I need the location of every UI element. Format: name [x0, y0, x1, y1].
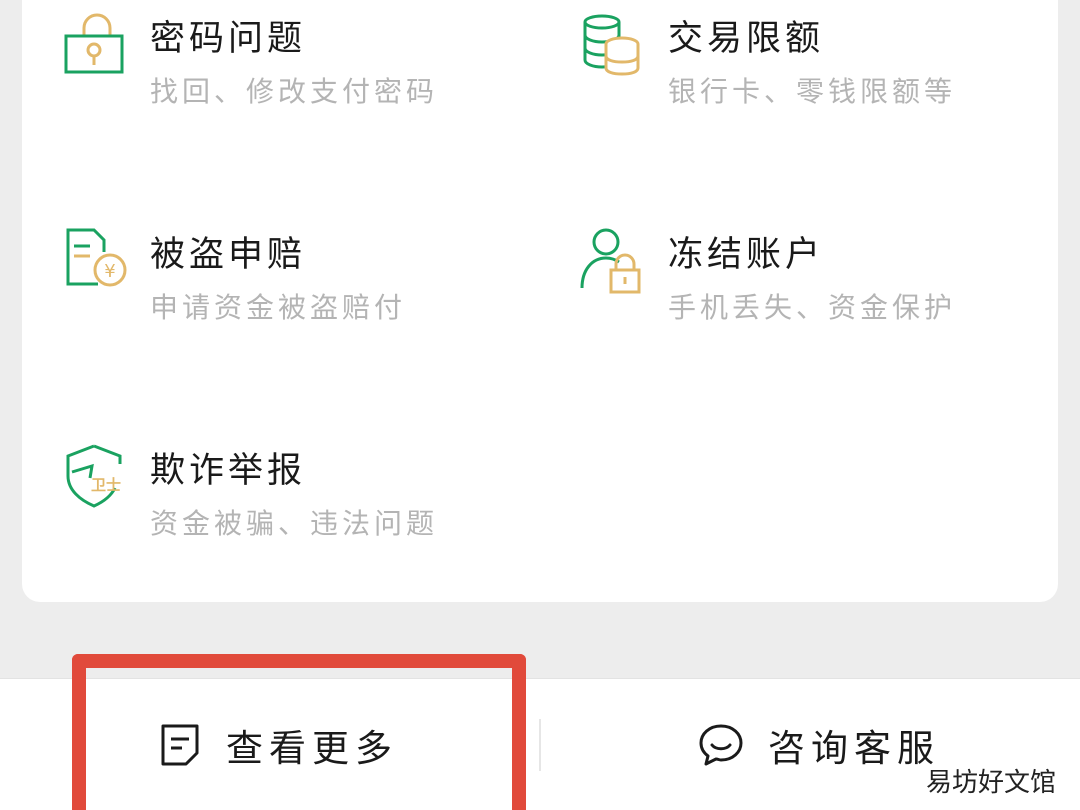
- svg-text:卫士: 卫士: [91, 476, 121, 494]
- contact-support-label: 咨询客服: [768, 727, 940, 770]
- chat-bubble-icon: [698, 723, 744, 767]
- service-title: 被盗申赔: [150, 235, 307, 275]
- svg-text:¥: ¥: [104, 261, 115, 282]
- service-title: 密码问题: [150, 19, 307, 59]
- highlight-box: [72, 654, 526, 810]
- service-title: 冻结账户: [668, 235, 825, 275]
- service-item-freeze-account[interactable]: 冻结账户 手机丢失、资金保护: [580, 226, 1040, 336]
- service-desc: 银行卡、零钱限额等: [668, 75, 957, 108]
- service-item-password[interactable]: 密码问题 找回、修改支付密码: [62, 10, 522, 120]
- service-title: 交易限额: [668, 19, 825, 59]
- contact-support-button[interactable]: 咨询客服: [698, 679, 940, 810]
- service-title: 欺诈举报: [150, 451, 307, 491]
- bar-divider: [539, 719, 541, 771]
- user-lock-icon: [580, 226, 650, 296]
- document-yuan-icon: ¥: [62, 226, 132, 296]
- shield-guard-icon: 卫士: [62, 442, 132, 512]
- service-item-limit[interactable]: 交易限额 银行卡、零钱限额等: [580, 10, 1040, 120]
- service-item-fraud-report[interactable]: 卫士 欺诈举报 资金被骗、违法问题: [62, 442, 522, 552]
- page: 密码问题 找回、修改支付密码 交易限额 银行卡、零钱限额等 ¥ 被盗申赔 申请资…: [0, 0, 1080, 810]
- padlock-icon: [62, 10, 132, 80]
- coin-stack-icon: [580, 10, 650, 80]
- watermark: 易坊好文馆: [925, 768, 1056, 798]
- service-desc: 申请资金被盗赔付: [150, 291, 407, 324]
- service-desc: 找回、修改支付密码: [150, 75, 439, 108]
- service-desc: 资金被骗、违法问题: [150, 507, 439, 540]
- service-item-theft-claim[interactable]: ¥ 被盗申赔 申请资金被盗赔付: [62, 226, 522, 336]
- services-card: 密码问题 找回、修改支付密码 交易限额 银行卡、零钱限额等 ¥ 被盗申赔 申请资…: [22, 0, 1058, 602]
- service-desc: 手机丢失、资金保护: [668, 291, 957, 324]
